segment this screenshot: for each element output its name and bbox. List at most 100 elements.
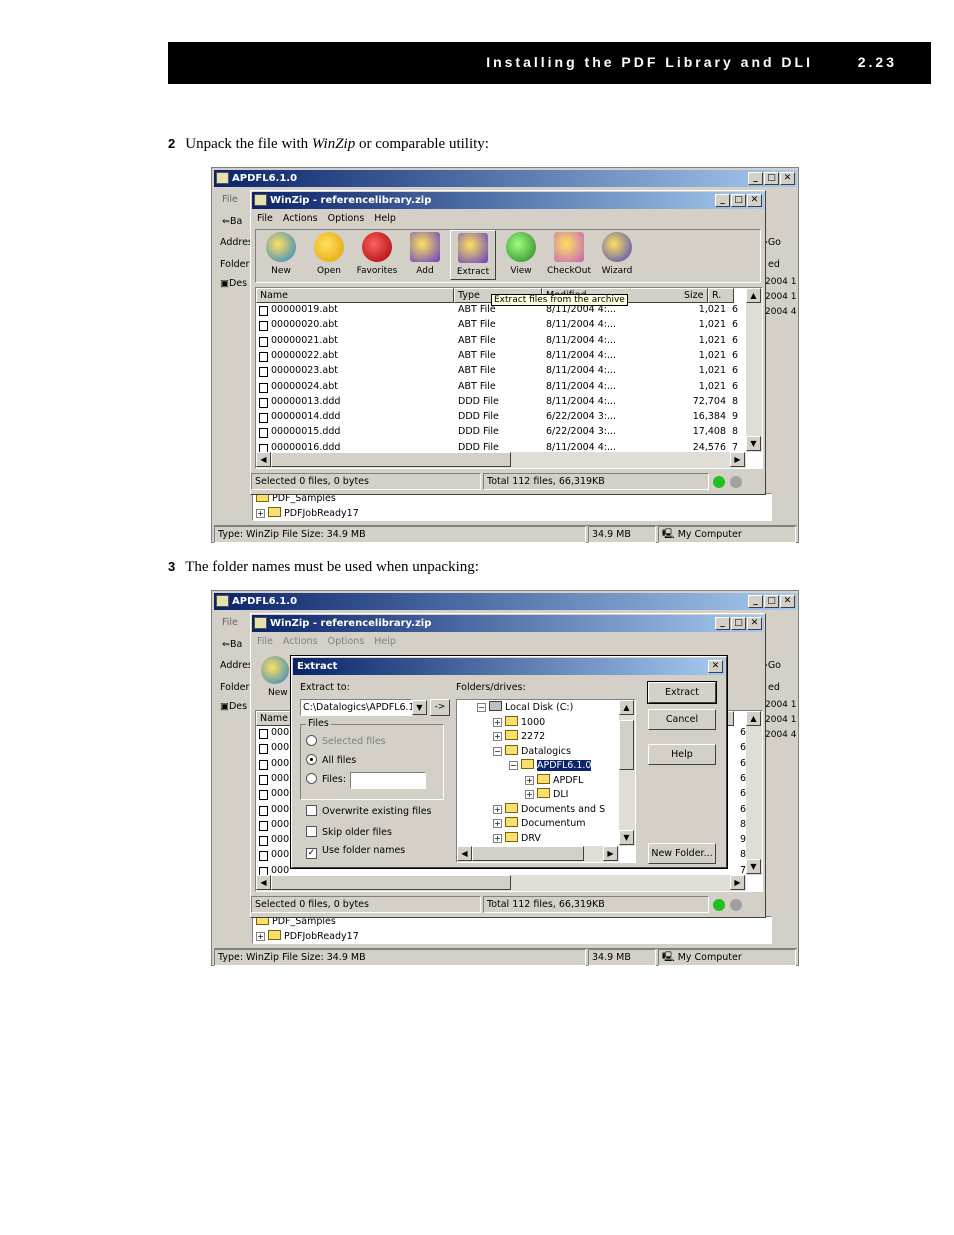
step-number: 2 [168,136,176,151]
table-cell-size: 1,021 [698,349,726,361]
menu-file[interactable]: File [257,213,273,224]
folder-icon [489,701,502,711]
table-cell-name: 000 [271,803,290,815]
tool-open[interactable]: Open [306,232,352,276]
radio-all-files[interactable]: All files [306,754,356,766]
table-cell-size: 1,021 [698,365,726,377]
menu-options[interactable]: Options [328,213,365,224]
cancel-button[interactable]: Cancel [648,709,716,730]
table-row[interactable]: 00000023.abt ABT File 8/11/2004 4:... 6 1,02… [256,365,762,380]
page-number: 2.23 [857,54,897,70]
table-cell-modified: 8/11/2004 4:... [546,365,617,377]
folder-tree-item[interactable]: − Datalogics [493,744,571,757]
table-cell-modified: 8/11/2004 4:... [546,380,617,392]
col-name: Name [260,290,289,301]
desktop-item[interactable]: ▣Des [220,278,247,289]
winzip-titlebar: WinZip - referencelibrary.zip _ □ ✕ [252,192,764,209]
help-button[interactable]: Help [648,744,716,765]
checkbox-overwrite[interactable]: Overwrite existing files [306,805,432,817]
folder-tree-item[interactable]: + APDFL [525,773,583,786]
col-type: Type [458,290,480,301]
go-button[interactable]: ›Go [764,237,781,248]
table-cell-name: 000 [271,834,290,846]
table-cell-modified: 8/11/2004 4:... [546,349,617,361]
extract-button[interactable]: Extract [647,681,717,704]
maximize-button[interactable]: □ [764,172,779,185]
tool-view[interactable]: View [498,232,544,276]
table-row[interactable]: 00000015.ddd DDD File 6/22/2004 3:... 8 17,4… [256,426,762,441]
folder-icon [537,788,550,798]
tool-extract[interactable]: Extract [450,230,496,280]
col-ratio: R. [712,290,722,301]
folder-tree-item[interactable]: − APDFL6.1.0 [509,759,592,771]
folder-tree-item[interactable]: + DLI [525,788,568,800]
minimize-button[interactable]: _ [748,595,763,608]
folder-tree-item[interactable]: − Local Disk (C:) [477,701,573,713]
header-title: Installing the PDF Library and DLI [486,54,813,70]
back-button[interactable]: ⇐Ba [222,639,242,650]
menu-help[interactable]: Help [374,213,396,224]
tool-favorites[interactable]: Favorites [354,232,400,276]
winzip-window: WinZip - referencelibrary.zip _ □ ✕ File… [250,613,766,918]
tree-item-pdfjobready[interactable]: + PDFJobReady17 [256,507,359,519]
table-cell-ratio: 6 [732,365,739,377]
table-cell-size: 1,021 [698,319,726,331]
table-cell-name: 00000015.ddd [271,426,341,438]
new-folder-button[interactable]: New Folder... [648,843,716,864]
browse-arrow-button[interactable]: -> [430,699,450,716]
horizontal-scrollbar[interactable]: ◀ ▶ [256,452,746,468]
tool-new[interactable]: New [258,232,304,276]
table-cell-name: 00000019.abt [271,304,338,315]
table-cell-name: 00000020.abt [271,319,338,331]
table-row[interactable]: 00000019.abt ABT File 8/11/2004 4:... 6 1,02… [256,304,762,319]
open-icon [314,232,344,262]
file-icon [259,820,268,831]
tool-checkout[interactable]: CheckOut [546,232,592,276]
folder-tree-item[interactable]: +2272 [493,730,545,742]
screenshot-winzip-main: APDFL6.1.0 _ □ ✕ File ⇐Ba Addres Folder … [211,167,799,543]
close-button[interactable]: ✕ [747,194,762,207]
table-cell-type: ABT File [458,334,496,346]
minimize-button[interactable]: _ [748,172,763,185]
back-button[interactable]: ⇐Ba [222,216,242,227]
folder-tree-item[interactable]: + Documentum [493,817,586,829]
radio-files[interactable]: Files: [306,773,346,785]
files-pattern-input[interactable] [350,772,426,789]
checkbox-skip-older[interactable]: Skip older files [306,826,392,838]
chevron-down-icon[interactable]: ▼ [412,700,427,715]
new-icon[interactable] [261,656,289,684]
table-row[interactable]: 00000014.ddd DDD File 6/22/2004 3:... 9 16,3… [256,411,762,426]
col-size[interactable]: Size [684,290,704,301]
table-row[interactable]: 00000021.abt ABT File 8/11/2004 4:... 6 1,02… [256,335,762,350]
table-cell-size: 1,021 [698,380,726,392]
folder-icon [505,831,518,842]
table-cell-name: 00000023.abt [271,365,338,377]
vertical-scrollbar[interactable]: ▲ ▼ [746,288,762,452]
winzip-status-right: Total 112 files, 66,319KB [483,473,709,490]
screenshot-extract-dialog: APDFL6.1.0 _ □ ✕ File ⇐Ba Addres Folder … [211,590,799,966]
address-label: Addres [220,237,253,248]
minimize-button[interactable]: _ [715,194,730,207]
extract-to-input[interactable]: C:\Datalogics\APDFL6.1 [300,699,415,716]
table-row[interactable]: 00000022.abt ABT File 8/11/2004 4:... 6 1,02… [256,350,762,365]
table-row[interactable]: 00000020.abt ABT File 8/11/2004 4:... 6 1,02… [256,319,762,334]
close-button[interactable]: ✕ [780,172,795,185]
explorer-menu-file[interactable]: File [222,194,238,205]
table-cell-modified: 8/11/2004 4:... [546,334,617,346]
table-row[interactable]: 00000013.ddd DDD File 8/11/2004 4:... 8 72,7… [256,396,762,411]
folder-icon [521,759,534,769]
tool-wizard[interactable]: Wizard [594,232,640,276]
menu-actions[interactable]: Actions [283,213,318,224]
close-button[interactable]: ✕ [780,595,795,608]
folder-tree-item[interactable]: + Documents and S [493,802,605,815]
table-cell-type: ABT File [458,365,496,377]
radio-selected-files: Selected files [306,735,386,747]
maximize-button[interactable]: □ [764,595,779,608]
folder-tree-item[interactable]: +1000 [493,715,545,728]
maximize-button[interactable]: □ [731,194,746,207]
close-button[interactable]: ✕ [708,660,723,673]
table-row[interactable]: 00000024.abt ABT File 8/11/2004 4:... 6 1,02… [256,381,762,396]
checkbox-use-folder-names[interactable]: ✓ Use folder names [306,845,405,859]
folder-tree-item[interactable]: + DRV [493,831,541,844]
tool-add[interactable]: Add [402,232,448,276]
